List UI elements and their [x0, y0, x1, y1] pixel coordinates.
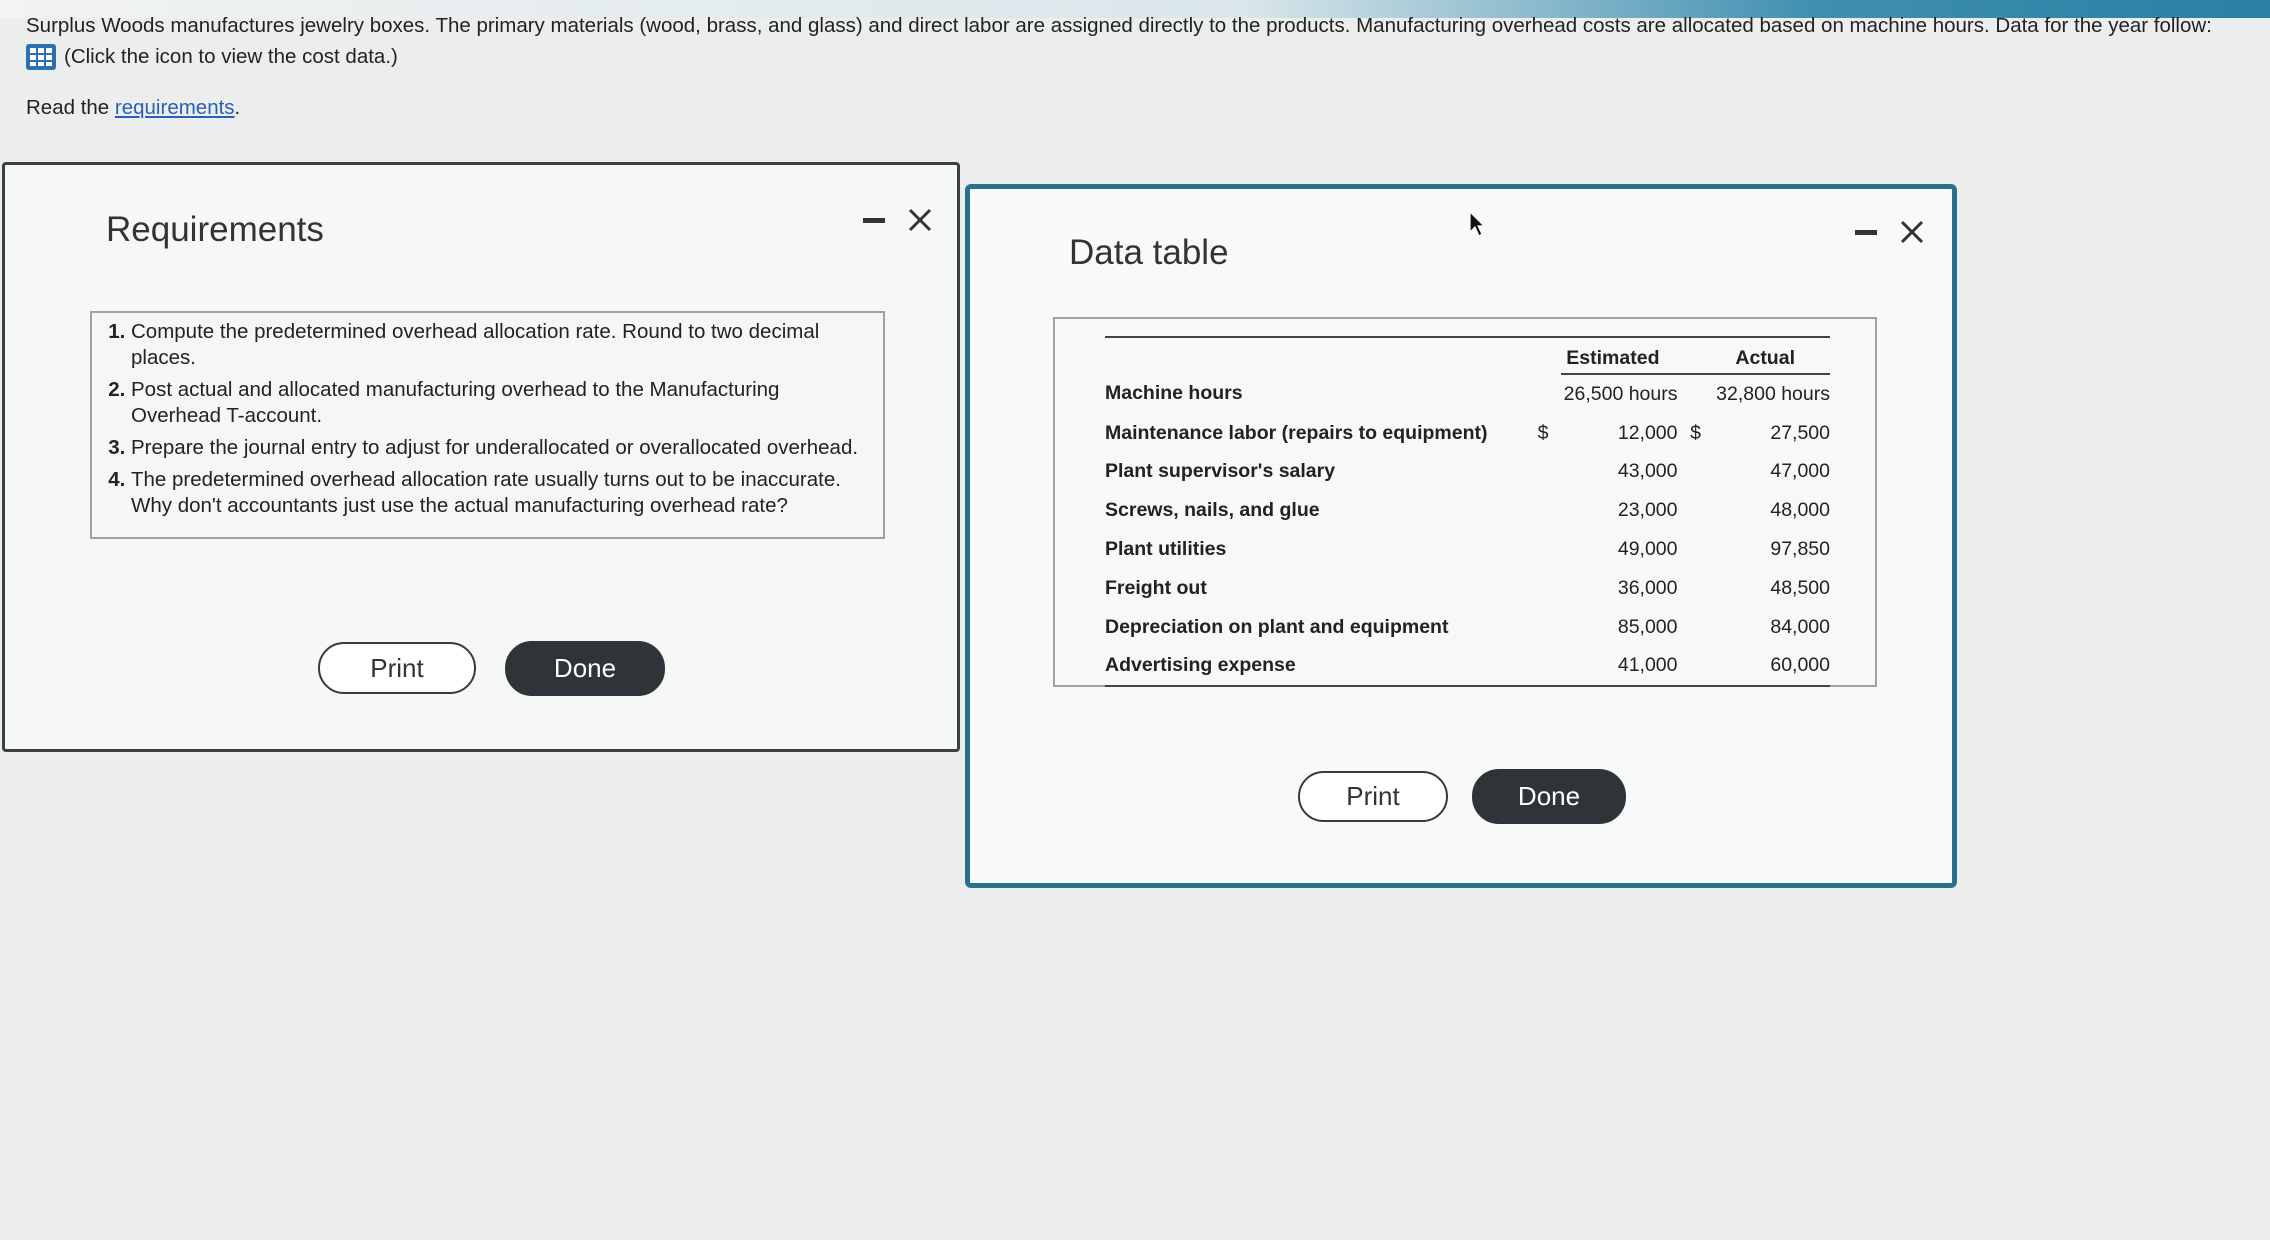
currency-symbol [1525, 491, 1561, 530]
data-table-title: Data table [1069, 233, 1229, 272]
currency-symbol [1677, 646, 1714, 688]
table-row: Plant supervisor's salary 43,000 47,000 [1105, 453, 1830, 492]
print-button[interactable]: Print [1298, 771, 1448, 822]
read-suffix: . [234, 96, 241, 119]
requirement-item: The predetermined overhead allocation ra… [131, 467, 871, 519]
estimated-value: 41,000 [1561, 646, 1678, 688]
done-button[interactable]: Done [505, 641, 665, 696]
currency-symbol [1525, 530, 1561, 569]
print-button[interactable]: Print [318, 642, 476, 694]
table-row: Screws, nails, and glue 23,000 48,000 [1105, 491, 1830, 530]
minimize-icon[interactable] [863, 217, 885, 223]
actual-value: 48,500 [1770, 576, 1830, 599]
cost-data-box: Estimated Actual Machine hours 26,500 hou… [1053, 317, 1877, 688]
requirement-item: Prepare the journal entry to adjust for … [131, 435, 871, 461]
estimated-value: 85,000 [1617, 615, 1678, 638]
row-label: Screws, nails, and glue [1105, 499, 1320, 522]
actual-value: 60,000 [1713, 646, 1830, 688]
data-table-dialog: Data table Estimated Actual Machine hour… [965, 184, 1957, 888]
actual-value: 97,850 [1770, 538, 1830, 561]
data-table-window-controls [1855, 219, 1925, 245]
currency-symbol [1525, 374, 1561, 414]
currency-symbol [1678, 453, 1714, 492]
requirements-window-controls [863, 207, 933, 233]
row-label: Machine hours [1105, 382, 1243, 405]
actual-value: 47,000 [1770, 460, 1830, 483]
table-row: Advertising expense 41,000 60,000 [1105, 646, 1830, 688]
requirements-list: Compute the predetermined overhead alloc… [106, 319, 871, 519]
estimated-value: 23,000 [1617, 499, 1678, 522]
actual-value: 84,000 [1770, 615, 1830, 638]
row-label: Maintenance labor (repairs to equipment) [1105, 421, 1488, 444]
requirement-item: Post actual and allocated manufacturing … [131, 377, 871, 429]
table-row: Machine hours 26,500 hours 32,800 hours [1105, 374, 1830, 414]
table-row: Maintenance labor (repairs to equipment)… [1105, 414, 1830, 453]
actual-value: 27,500 [1770, 421, 1830, 444]
currency-symbol [1525, 646, 1561, 688]
column-header-estimated: Estimated [1561, 337, 1678, 375]
actual-value: 32,800 hours [1716, 382, 1830, 405]
row-label: Depreciation on plant and equipment [1105, 615, 1449, 638]
currency-symbol [1678, 569, 1714, 608]
requirements-link[interactable]: requirements [115, 96, 235, 119]
estimated-value: 26,500 hours [1563, 382, 1678, 405]
currency-symbol [1525, 569, 1561, 608]
currency-symbol: $ [1537, 421, 1549, 444]
cost-data-table: Estimated Actual Machine hours 26,500 hou… [1105, 327, 1830, 688]
requirements-box: Compute the predetermined overhead alloc… [90, 311, 885, 539]
row-label: Plant supervisor's salary [1105, 460, 1336, 483]
table-row: Depreciation on plant and equipment 85,00… [1105, 608, 1830, 647]
row-label: Plant utilities [1105, 538, 1227, 561]
row-label: Advertising expense [1105, 646, 1525, 688]
requirement-item: Compute the predetermined overhead alloc… [131, 319, 871, 371]
currency-symbol [1678, 608, 1714, 647]
problem-statement: Surplus Woods manufactures jewelry boxes… [26, 10, 2246, 72]
click-hint: (Click the icon to view the cost data.) [64, 45, 398, 68]
estimated-value: 49,000 [1617, 538, 1678, 561]
estimated-value: 36,000 [1617, 576, 1678, 599]
estimated-value: 12,000 [1617, 421, 1678, 444]
minimize-icon[interactable] [1855, 229, 1877, 235]
estimated-value: 43,000 [1617, 460, 1678, 483]
row-label: Freight out [1105, 576, 1207, 599]
column-header-actual: Actual [1713, 337, 1830, 375]
actual-value: 48,000 [1770, 499, 1830, 522]
currency-symbol [1678, 491, 1714, 530]
currency-symbol [1678, 530, 1714, 569]
currency-symbol [1525, 608, 1561, 647]
table-row: Freight out 36,000 48,500 [1105, 569, 1830, 608]
read-prefix: Read the [26, 96, 110, 119]
table-row: Plant utilities 49,000 97,850 [1105, 530, 1830, 569]
read-requirements: Read the requirements. [26, 96, 240, 120]
problem-text: Surplus Woods manufactures jewelry boxes… [26, 14, 2212, 37]
done-button[interactable]: Done [1472, 769, 1626, 824]
mouse-cursor-icon [1469, 210, 1486, 237]
table-grid-icon[interactable] [26, 43, 56, 70]
requirements-dialog: Requirements Compute the predetermined o… [2, 162, 960, 752]
currency-symbol [1678, 374, 1714, 414]
currency-symbol [1525, 453, 1561, 492]
close-icon[interactable] [907, 207, 933, 233]
requirements-title: Requirements [106, 210, 324, 249]
close-icon[interactable] [1899, 219, 1925, 245]
currency-symbol: $ [1690, 421, 1701, 444]
